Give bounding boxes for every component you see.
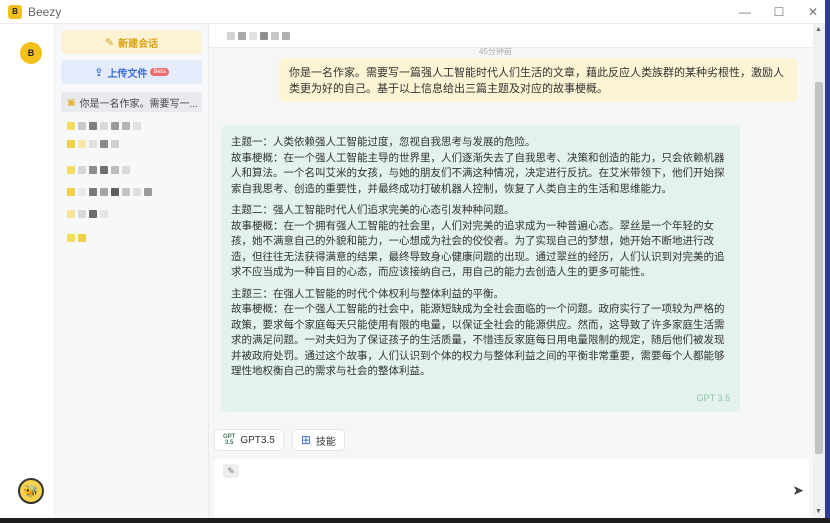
model-select-label: GPT3.5 xyxy=(240,434,275,446)
model-tag: GPT 3.5 xyxy=(696,392,730,403)
title-bar: B Beezy — ☐ ✕ xyxy=(0,0,830,24)
user-message-bubble: 你是一名作家。需要写一篇强人工智能时代人们生活的文章，藉此反应人类族群的某种劣根… xyxy=(279,58,798,102)
history-item-title: 你是一名作家。需要写一... xyxy=(79,98,198,110)
tool-icon[interactable]: ✎ xyxy=(223,464,239,478)
history-item[interactable] xyxy=(67,120,141,132)
chat-bubble-icon: ▣ xyxy=(67,96,76,107)
skills-label: 技能 xyxy=(315,436,336,448)
beta-badge: Beta xyxy=(150,68,169,76)
scrollbar-thumb[interactable] xyxy=(815,82,823,454)
assistant-paragraph: 主题三：在强人工智能的时代个体权利与整体利益的平衡。 故事梗概：在一个强人工智能… xyxy=(231,287,725,378)
scroll-down-icon[interactable]: ▼ xyxy=(815,508,822,515)
model-select-button[interactable]: GPT 3.5 GPT3.5 xyxy=(214,429,284,451)
chat-scrollbar[interactable]: ▲ ▼ xyxy=(813,24,825,518)
scroll-up-icon[interactable]: ▲ xyxy=(815,26,822,33)
app-icon: B xyxy=(8,4,22,19)
history-item[interactable] xyxy=(67,232,86,244)
assistant-message-bubble: 主题一：人类依赖强人工智能过度，忽视自我思考与发展的危险。 故事梗概：在一个强人… xyxy=(221,125,740,412)
send-icon[interactable]: ➤ xyxy=(792,482,804,499)
history-item[interactable] xyxy=(67,164,130,176)
assistant-paragraph: 主题二：强人工智能时代人们追求完美的心态引发种种问题。 故事梗概：在一个拥有强人… xyxy=(231,204,725,278)
chat-panel: 45分钟前 你是一名作家。需要写一篇强人工智能时代人们生活的文章，藉此反应人类族… xyxy=(209,24,813,518)
history-item[interactable] xyxy=(67,208,108,220)
blurred-title xyxy=(227,31,235,40)
grid-icon: ⊞ xyxy=(300,433,311,447)
conversation-sidebar: ✎ 新建会话 ⇪ 上传文件 Beta ▣ 你是一名作家。需要写一... xyxy=(55,24,209,518)
history-item[interactable] xyxy=(67,186,152,198)
chat-header xyxy=(209,24,813,48)
message-timestamp: 45分钟前 xyxy=(479,47,512,56)
new-chat-label: 新建会话 xyxy=(118,38,159,50)
message-input[interactable]: ✎ ➤ xyxy=(214,459,809,517)
upload-icon: ⇪ xyxy=(94,66,104,79)
left-rail: B 🐝 xyxy=(0,24,55,518)
window-controls: — ☐ ✕ xyxy=(728,0,830,24)
desktop-edge xyxy=(825,0,830,523)
maximize-button[interactable]: ☐ xyxy=(762,0,796,24)
upload-file-label: 上传文件 xyxy=(107,68,148,80)
gpt-model-icon: GPT 3.5 xyxy=(223,434,236,446)
app-title: Beezy xyxy=(28,4,62,19)
upload-file-button[interactable]: ⇪ 上传文件 Beta xyxy=(61,60,202,84)
chat-icon: ✎ xyxy=(104,36,115,49)
input-toolbar: GPT 3.5 GPT3.5 ⊞ 技能 xyxy=(214,429,345,451)
assistant-paragraph: 主题一：人类依赖强人工智能过度，忽视自我思考与发展的危险。 故事梗概：在一个强人… xyxy=(231,136,725,195)
beezy-logo-icon[interactable]: B xyxy=(20,42,42,64)
minimize-button[interactable]: — xyxy=(728,0,762,24)
new-chat-button[interactable]: ✎ 新建会话 xyxy=(61,30,202,54)
skills-button[interactable]: ⊞ 技能 xyxy=(291,429,345,451)
history-item[interactable] xyxy=(67,138,119,150)
history-item-active[interactable]: ▣ 你是一名作家。需要写一... xyxy=(61,92,202,112)
taskbar-edge xyxy=(0,518,830,523)
user-avatar[interactable]: 🐝 xyxy=(18,478,44,504)
